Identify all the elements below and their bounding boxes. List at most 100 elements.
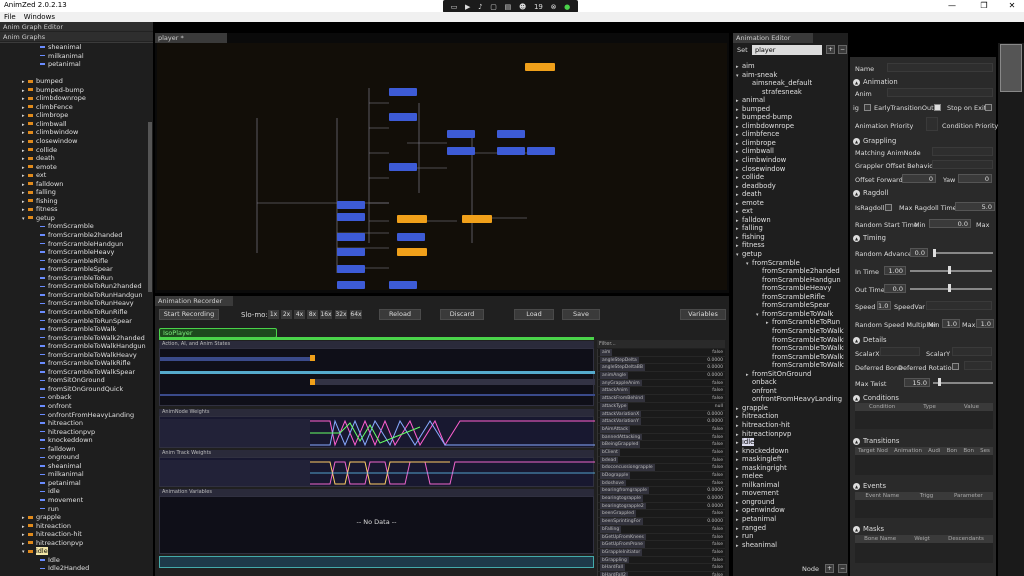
tree-item[interactable]: ▸ climbdownrope xyxy=(0,94,153,103)
variable-row[interactable]: bHardFall2 false xyxy=(598,571,725,576)
anim-node-item[interactable]: ▸ openwindow xyxy=(736,506,844,515)
tree-item[interactable]: fromScramble2handed xyxy=(0,231,153,240)
anim-node-item[interactable]: ▸ animal xyxy=(736,96,844,105)
record-icon[interactable]: ▶ xyxy=(465,3,470,11)
load-button[interactable]: Load xyxy=(514,309,554,320)
variable-row[interactable]: bGetUpFromProne false xyxy=(598,541,725,549)
variable-row[interactable]: bdead false xyxy=(598,456,725,465)
max-twist-slider[interactable] xyxy=(933,382,993,384)
tree-item[interactable]: fromScrambleSpear xyxy=(0,265,153,274)
tree-item[interactable]: ▸ climbFence xyxy=(0,103,153,112)
random-start-min-input[interactable]: 0.0 xyxy=(929,219,971,228)
tree-item[interactable]: fromScrambleRifle xyxy=(0,257,153,266)
section-ragdoll[interactable]: Ragdoll xyxy=(853,189,888,197)
tree-item[interactable]: ▸ emote xyxy=(0,163,153,172)
graph-node[interactable] xyxy=(527,147,555,155)
graph-node[interactable] xyxy=(337,248,365,256)
tree-item[interactable]: hitreactionpvp xyxy=(0,428,153,437)
anim-node-item[interactable]: ▸ run xyxy=(736,532,844,541)
anim-node-item[interactable]: ▸ fitness xyxy=(736,241,844,250)
in-time-slider[interactable] xyxy=(910,270,992,272)
section-conditions[interactable]: Conditions xyxy=(853,394,899,402)
random-advance-slider[interactable] xyxy=(933,252,993,254)
tree-item[interactable]: fromScrambleHeavy xyxy=(0,248,153,257)
slomo-4x-button[interactable]: 4x xyxy=(294,310,305,319)
graph-node[interactable] xyxy=(389,88,417,96)
anim-node-item[interactable]: ▸ emote xyxy=(736,199,844,208)
early-transition-checkbox[interactable] xyxy=(864,104,871,111)
tree-item[interactable]: ▸ grapple xyxy=(0,513,153,522)
graph-node[interactable] xyxy=(447,147,475,155)
states-timeline[interactable] xyxy=(159,348,595,406)
section-animation[interactable]: Animation xyxy=(853,78,898,86)
variable-row[interactable]: bearingtograpple 0.0000 xyxy=(598,495,725,503)
variable-row[interactable]: bClient false xyxy=(598,448,725,457)
graph-node[interactable] xyxy=(447,130,475,138)
variable-row[interactable]: beenSprintingFor 0.0000 xyxy=(598,518,725,526)
out-time-slider[interactable] xyxy=(910,288,992,290)
variable-row[interactable]: angleStepDelta 0.0000 xyxy=(598,356,725,365)
anim-node-item[interactable]: ▸ milkanimal xyxy=(736,481,844,490)
name-input[interactable] xyxy=(887,63,993,72)
tree-item[interactable]: idle xyxy=(0,487,153,496)
max-twist-input[interactable]: 15.0 xyxy=(904,378,930,387)
anim-node-item[interactable]: ▸ hitreactionpvp xyxy=(736,430,844,439)
variable-row[interactable]: bdoshove false xyxy=(598,479,725,488)
speedvar-input[interactable] xyxy=(926,301,992,310)
tree-item[interactable]: falldown xyxy=(0,445,153,454)
tree-item[interactable]: ▸ death xyxy=(0,154,153,163)
tree-scrollbar[interactable] xyxy=(148,122,152,292)
tab-anim-graphs[interactable]: Anim Graphs xyxy=(0,32,153,42)
tree-item[interactable]: fromScrambleToRunSpear xyxy=(0,317,153,326)
anim-node-item[interactable]: ▸ petanimal xyxy=(736,515,844,524)
anim-node-item[interactable]: ▾ fromScramble xyxy=(736,259,844,268)
out-time-thumb[interactable] xyxy=(948,284,951,292)
graph-node[interactable] xyxy=(525,63,555,71)
anim-node-item[interactable]: ▸ maskingright xyxy=(736,464,844,473)
tree-item[interactable]: sheanimal xyxy=(0,43,153,52)
graph-node[interactable] xyxy=(389,163,417,171)
graph-node[interactable] xyxy=(337,213,365,221)
xbox-icon[interactable]: ⊗ xyxy=(551,3,557,11)
remove-node-button[interactable]: − xyxy=(838,564,847,573)
graph-node[interactable] xyxy=(397,248,427,256)
anim-node-item[interactable]: ▸ climbdownrope xyxy=(736,122,844,131)
variable-row[interactable]: attackVariationY 0.0000 xyxy=(598,418,725,426)
reload-button[interactable]: Reload xyxy=(379,309,421,320)
discard-button[interactable]: Discard xyxy=(440,309,484,320)
save-button[interactable]: Save xyxy=(562,309,600,320)
minimize-button[interactable]: — xyxy=(940,0,964,12)
tab-anim-graph-editor[interactable]: Anim Graph Editor xyxy=(0,22,153,32)
variable-row[interactable]: bGrappleInitiator false xyxy=(598,548,725,557)
remove-set-button[interactable]: − xyxy=(838,45,847,54)
anim-node-item[interactable]: ▸ ranged xyxy=(736,524,844,533)
tree-item[interactable]: hitreaction xyxy=(0,419,153,428)
isragdoll-checkbox[interactable] xyxy=(885,204,892,211)
close-button[interactable]: ✕ xyxy=(1000,0,1024,12)
anim-node-item[interactable]: ▸ maskingleft xyxy=(736,455,844,464)
tree-item[interactable]: fromScrambleToRunRifle xyxy=(0,308,153,317)
graph-node[interactable] xyxy=(337,201,365,209)
variable-row[interactable]: bAimAttack false xyxy=(598,425,725,434)
tree-item[interactable]: knockeddown xyxy=(0,436,153,445)
anim-input[interactable] xyxy=(887,88,993,97)
offset-forward-input[interactable]: 0 xyxy=(902,174,936,183)
tree-item[interactable]: petanimal xyxy=(0,479,153,488)
variable-row[interactable]: attackAnim false xyxy=(598,387,725,396)
start-recording-button[interactable]: Start Recording xyxy=(159,309,219,320)
conditions-table[interactable] xyxy=(855,411,993,429)
variable-row[interactable]: bDograpple false xyxy=(598,472,725,480)
tree-item[interactable]: Idle2Handed xyxy=(0,564,153,573)
tree-item[interactable]: fromScrambleToRunHeavy xyxy=(0,299,153,308)
tree-item[interactable]: fromScrambleToWalk xyxy=(0,325,153,334)
events-table[interactable] xyxy=(855,500,993,518)
anim-node-item[interactable]: ▸ falldown xyxy=(736,216,844,225)
yaw-input[interactable]: 0 xyxy=(958,174,992,183)
maximize-button[interactable]: ❐ xyxy=(972,0,996,12)
monitor-icon[interactable]: ▤ xyxy=(505,3,512,11)
tree-item[interactable]: petanimal xyxy=(0,60,153,69)
variable-row[interactable]: angleStepDeltaBB 0.0000 xyxy=(598,364,725,373)
users-icon[interactable]: ☻ xyxy=(519,3,526,11)
anim-node-item[interactable]: ▸ fromScrambleToRun xyxy=(736,318,844,327)
anim-node-item[interactable]: ▸ climbwindow xyxy=(736,156,844,165)
